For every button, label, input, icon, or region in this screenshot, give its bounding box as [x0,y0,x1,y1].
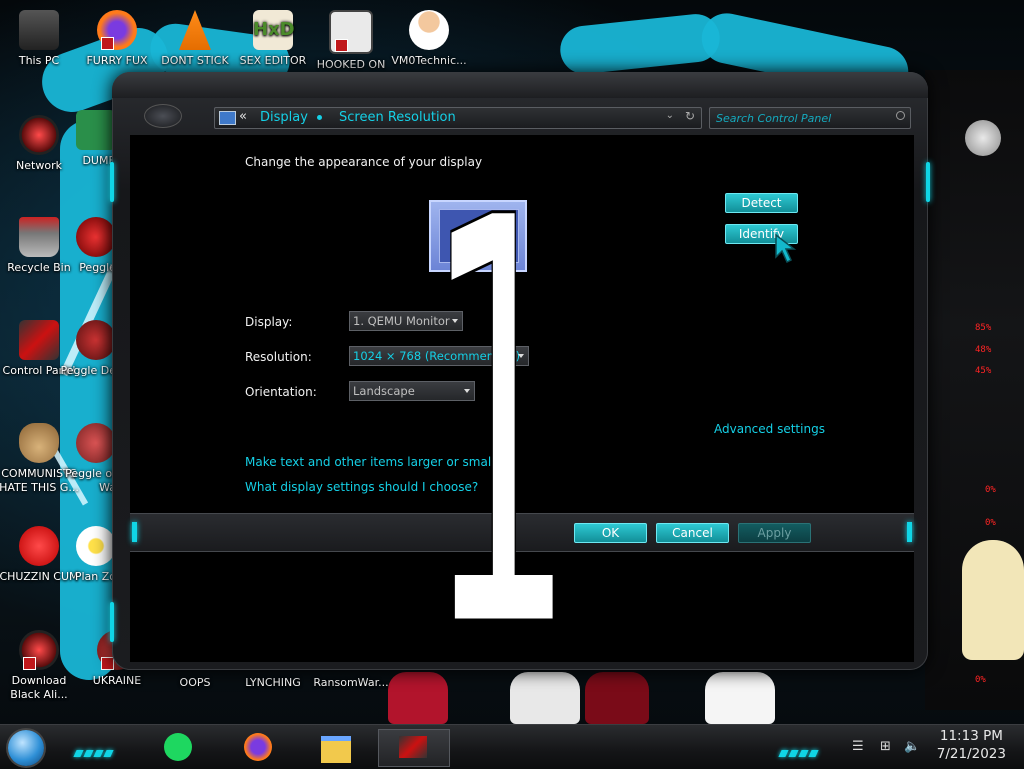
refresh-icon[interactable]: ↻ [685,109,695,123]
clock-time: 11:13 PM [939,728,1003,744]
desktop-icon-ransomware[interactable]: RansomWar... [309,676,393,690]
apply-button[interactable]: Apply [738,523,811,543]
desktop-icon-vlc[interactable]: DONT STICK [153,10,237,68]
control-panel-icon [19,320,59,360]
taskbar-led [778,742,820,757]
search-input[interactable] [714,109,890,127]
orientation-label: Orientation: [245,385,317,399]
desktop-icon-oops[interactable]: OOPS [153,676,237,690]
taskbar-spotify[interactable] [160,729,196,765]
frame-led-left [110,162,114,202]
cartoon-character [962,540,1024,660]
spotify-icon [164,733,192,761]
volume-icon[interactable]: 🔈 [904,739,920,754]
network-icon [19,115,59,155]
search-icon[interactable] [896,111,905,120]
frame-led-left-bottom [110,602,114,642]
window-title-bar[interactable] [112,72,928,98]
chevron-down-icon[interactable]: ⌄ [666,110,674,121]
money-bag-icon [19,423,59,463]
flower-icon [76,526,116,566]
recycle-bin-icon [19,217,59,257]
app-icon [76,110,116,150]
peggle-deluxe-icon [76,320,116,360]
alien-app-icon [19,630,59,670]
desktop-icon-hxd[interactable]: HxD SEX EDITOR [231,10,315,68]
control-panel-icon [219,111,236,125]
address-bar[interactable]: « Display Screen Resolution ⌄ ↻ [214,107,702,129]
frame-led-right [926,162,930,202]
desktop-icon-vm0[interactable]: VM0Technic... [387,10,471,68]
desktop-icon-hooked-on[interactable]: HOOKED ON [309,10,393,72]
taskbar-firefox[interactable] [240,729,276,765]
identify-number: 1 [425,205,575,625]
resolution-label: Resolution: [245,350,312,364]
display-label: Display: [245,315,293,329]
ok-button[interactable]: OK [574,523,647,543]
network-icon[interactable]: ⊞ [880,739,891,754]
detect-button[interactable]: Detect [725,193,798,213]
clock-date: 7/21/2023 [936,746,1006,762]
advanced-settings-link[interactable]: Advanced settings [714,422,825,436]
desktop-icon-lynching[interactable]: LYNCHING [231,676,315,690]
firefox-icon [97,10,137,50]
breadcrumb-screen-resolution[interactable]: Screen Resolution [339,110,456,125]
identify-number-overlay: 1 [424,205,577,625]
cancel-button[interactable]: Cancel [656,523,729,543]
control-panel-icon [399,736,427,758]
peggle-icon [76,217,116,257]
breadcrumb-overflow[interactable]: « [239,109,247,124]
start-button[interactable] [8,730,44,766]
desktop-icon-download-black[interactable]: Download Black Ali... [0,630,81,702]
desktop-icon-this-pc[interactable]: This PC [0,10,81,68]
breadcrumb-separator-icon [317,115,322,120]
peggle-nights-icon [76,423,116,463]
page-heading: Change the appearance of your display [245,155,483,169]
firefox-icon [244,733,272,761]
vlc-cone-icon [179,10,211,50]
desktop-icon-pvz[interactable]: Plan Zo [60,526,116,584]
desktop-icon-peggle[interactable]: Peggle [60,217,116,275]
chuzzle-icon [19,526,59,566]
taskbar-led [73,742,115,757]
computer-icon [19,10,59,50]
show-desktop-icon[interactable]: ☰ [852,739,864,754]
orientation-select-value: Landscape [353,384,415,398]
desktop-icon-peggle-nights[interactable]: Peggle of Wa [60,423,116,495]
command-bar-led [907,522,912,542]
taskbar: ☰ ⊞ 🔈 11:13 PM 7/21/2023 [0,724,1024,769]
breadcrumb-display[interactable]: Display [260,110,308,125]
desktop-icon-dumb[interactable]: DUMB [60,110,116,168]
file-explorer-icon [321,736,351,763]
search-box[interactable] [709,107,911,129]
mouse-cursor-icon [775,233,797,264]
command-bar-led [132,522,137,542]
window-emblem-icon [144,104,182,128]
desktop-icon-firefox[interactable]: FURRY FUX [75,10,159,68]
hxd-icon: HxD [253,10,295,50]
alienware-logo [965,120,1001,156]
taskbar-clock[interactable]: 11:13 PM 7/21/2023 [937,727,1006,763]
taskbar-control-panel[interactable] [378,729,450,767]
doctor-avatar-icon [409,10,449,50]
maze-game-icon [329,10,373,54]
desktop-icon-peggle-deluxe[interactable]: Peggle De [60,320,116,378]
taskbar-file-explorer[interactable] [318,729,354,765]
